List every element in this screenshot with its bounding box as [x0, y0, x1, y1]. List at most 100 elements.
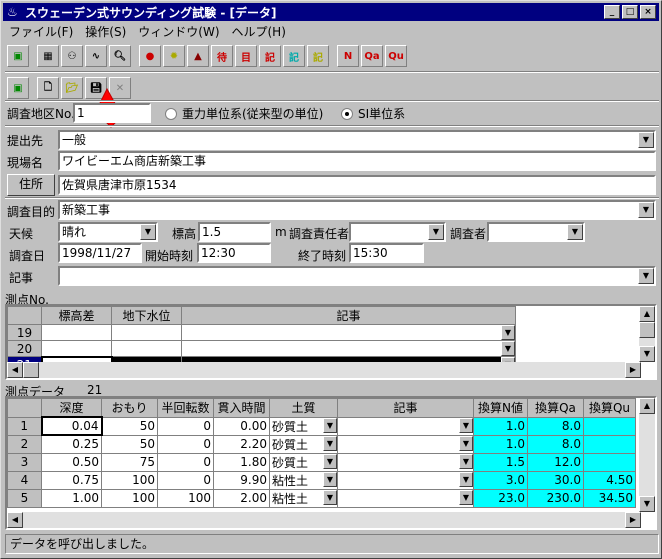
- chevron-down-icon[interactable]: ▼: [428, 224, 444, 240]
- soil-cell[interactable]: 砂質土 ▼: [269, 434, 338, 454]
- menu-window[interactable]: ウィンドウ(W): [132, 23, 225, 40]
- tool-icon-記-yellow[interactable]: 記: [307, 45, 329, 67]
- note-cell[interactable]: ▼: [337, 452, 474, 472]
- note-cell[interactable]: ▼: [181, 340, 516, 357]
- turns-cell[interactable]: 100: [157, 488, 214, 508]
- row-header[interactable]: 20: [7, 340, 42, 357]
- app-tool-icon[interactable]: ▣: [7, 45, 29, 67]
- depth-cell[interactable]: 0.25: [41, 434, 102, 454]
- note-combo[interactable]: ▼: [58, 266, 656, 286]
- submit-combo[interactable]: 一般 ▼: [58, 130, 656, 150]
- turns-cell[interactable]: 0: [157, 452, 214, 472]
- weight-cell[interactable]: 100: [101, 488, 158, 508]
- turns-cell[interactable]: 0: [157, 416, 214, 436]
- purpose-combo[interactable]: 新築工事 ▼: [58, 200, 656, 220]
- scroll-down-icon[interactable]: ▼: [639, 346, 655, 362]
- note-cell[interactable]: ▼: [181, 324, 516, 341]
- scroll-right-icon[interactable]: ▶: [625, 362, 641, 378]
- address-input[interactable]: 佐賀県唐津市原1534: [58, 175, 656, 195]
- table-row[interactable]: 20 ▼: [7, 340, 516, 357]
- chevron-down-icon[interactable]: ▼: [323, 436, 337, 451]
- row-header[interactable]: 19: [7, 324, 42, 341]
- chevron-down-icon[interactable]: ▼: [459, 472, 473, 487]
- elevation-input[interactable]: 1.5: [198, 222, 271, 242]
- scroll-up-icon[interactable]: ▲: [639, 306, 655, 322]
- scroll-right-icon[interactable]: ▶: [625, 512, 641, 528]
- table-cell[interactable]: [41, 340, 112, 357]
- turns-cell[interactable]: 0: [157, 434, 214, 454]
- table-row[interactable]: 1 0.04 50 0 0.00 砂質土 ▼ ▼ 1.0 8.0: [7, 416, 636, 436]
- scroll-thumb[interactable]: [639, 322, 655, 338]
- qa-button[interactable]: Qa: [361, 45, 383, 67]
- end-time-input[interactable]: 15:30: [349, 243, 424, 263]
- binoculars-icon[interactable]: ⚇: [61, 45, 83, 67]
- close-button[interactable]: ×: [640, 5, 656, 19]
- chevron-down-icon[interactable]: ▼: [638, 202, 654, 218]
- manager-combo[interactable]: ▼: [349, 222, 446, 242]
- minimize-button[interactable]: _: [604, 5, 620, 19]
- chevron-down-icon[interactable]: ▼: [140, 224, 156, 240]
- time-cell[interactable]: 1.80: [213, 452, 270, 472]
- address-button[interactable]: 住所: [7, 174, 55, 196]
- tool-icon-目[interactable]: 目: [235, 45, 257, 67]
- menu-file[interactable]: ファイル(F): [3, 23, 79, 40]
- chevron-down-icon[interactable]: ▼: [501, 325, 515, 340]
- scroll-up-icon[interactable]: ▲: [639, 398, 655, 414]
- soil-cell[interactable]: 砂質土 ▼: [269, 416, 338, 436]
- app-small-icon[interactable]: ▣: [7, 77, 29, 99]
- graph-tool-icon[interactable]: ∿: [85, 45, 107, 67]
- table-cell[interactable]: [41, 324, 112, 341]
- horizontal-scrollbar[interactable]: ◀ ▶: [7, 512, 641, 528]
- preview-tool-icon[interactable]: 🔍︎: [109, 45, 131, 67]
- soil-cell[interactable]: 粘性土 ▼: [269, 470, 338, 490]
- scroll-left-icon[interactable]: ◀: [7, 512, 23, 528]
- qu-button[interactable]: Qu: [385, 45, 407, 67]
- maximize-button[interactable]: □: [622, 5, 638, 19]
- turns-cell[interactable]: 0: [157, 470, 214, 490]
- table-cell[interactable]: [111, 324, 182, 341]
- chevron-down-icon[interactable]: ▼: [459, 418, 473, 433]
- table-row[interactable]: 4 0.75 100 0 9.90 粘性土 ▼ ▼ 3.0 30.0 4.50: [7, 470, 636, 490]
- grid-tool-icon[interactable]: ▦: [37, 45, 59, 67]
- table-row[interactable]: 19 ▼: [7, 324, 516, 341]
- surveyor-combo[interactable]: ▼: [487, 222, 585, 242]
- mound-tool-icon[interactable]: ▲: [187, 45, 209, 67]
- note-cell[interactable]: ▼: [337, 488, 474, 508]
- area-number-input[interactable]: 1: [73, 103, 151, 123]
- note-cell[interactable]: ▼: [337, 470, 474, 490]
- new-file-icon[interactable]: 🗋: [37, 77, 59, 99]
- weather-combo[interactable]: 晴れ ▼: [58, 222, 158, 242]
- chevron-down-icon[interactable]: ▼: [638, 268, 654, 284]
- bomb-tool-icon[interactable]: ●: [139, 45, 161, 67]
- n-value-button[interactable]: N: [337, 45, 359, 67]
- horizontal-scrollbar[interactable]: ◀ ▶: [7, 362, 641, 378]
- start-time-input[interactable]: 12:30: [197, 243, 271, 263]
- weight-cell[interactable]: 50: [101, 416, 158, 436]
- vertical-scrollbar[interactable]: ▲ ▼: [639, 306, 655, 362]
- menu-operation[interactable]: 操作(S): [79, 23, 132, 40]
- table-row[interactable]: 2 0.25 50 0 2.20 砂質土 ▼ ▼ 1.0 8.0: [7, 434, 636, 454]
- date-input[interactable]: 1998/11/27: [58, 243, 142, 263]
- weight-cell[interactable]: 50: [101, 434, 158, 454]
- radio-gravity-unit[interactable]: 重力単位系(従来型の単位): [165, 105, 323, 122]
- time-cell[interactable]: 2.20: [213, 434, 270, 454]
- soil-cell[interactable]: 粘性土 ▼: [269, 488, 338, 508]
- time-cell[interactable]: 9.90: [213, 470, 270, 490]
- scroll-down-icon[interactable]: ▼: [639, 496, 655, 512]
- chevron-down-icon[interactable]: ▼: [459, 454, 473, 469]
- chevron-down-icon[interactable]: ▼: [323, 490, 337, 505]
- table-row[interactable]: 3 0.50 75 0 1.80 砂質土 ▼ ▼ 1.5 12.0: [7, 452, 636, 472]
- weight-cell[interactable]: 100: [101, 470, 158, 490]
- chevron-down-icon[interactable]: ▼: [501, 341, 515, 356]
- chevron-down-icon[interactable]: ▼: [459, 436, 473, 451]
- chevron-down-icon[interactable]: ▼: [323, 472, 337, 487]
- site-name-input[interactable]: ワイビーエム商店新築工事: [58, 151, 656, 171]
- open-folder-icon[interactable]: 📂︎: [61, 77, 83, 99]
- row-header[interactable]: 2: [7, 434, 42, 454]
- chevron-down-icon[interactable]: ▼: [638, 132, 654, 148]
- weight-cell[interactable]: 75: [101, 452, 158, 472]
- row-header[interactable]: 5: [7, 488, 42, 508]
- row-header[interactable]: 3: [7, 452, 42, 472]
- scroll-thumb[interactable]: [23, 362, 39, 378]
- depth-cell[interactable]: 0.04: [40, 416, 103, 436]
